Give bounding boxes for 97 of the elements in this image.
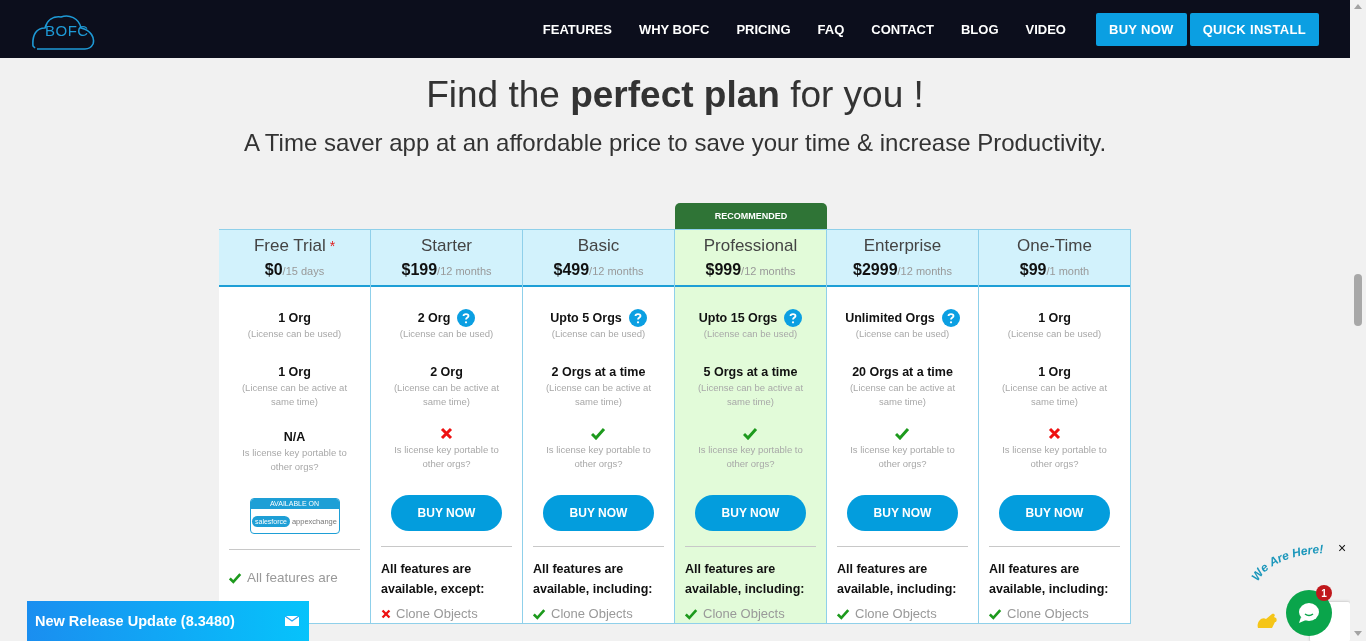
- required-mark: *: [329, 238, 336, 254]
- plan-period: /12 months: [437, 265, 492, 279]
- cross-icon: [440, 427, 453, 440]
- nav-link[interactable]: CONTACT: [871, 21, 934, 37]
- plan-name: Starter: [421, 236, 472, 255]
- cross-icon: [1048, 427, 1061, 440]
- check-icon: [591, 427, 606, 440]
- page-title: Find the perfect plan for you !: [425, 73, 925, 117]
- plan-period: /12 months: [897, 265, 952, 279]
- active-orgs-value: 1 Org: [278, 364, 311, 381]
- buy-now-button[interactable]: BUY NOW: [847, 495, 958, 531]
- features-heading: All features are available, except:: [381, 561, 486, 598]
- row-note: (License can be used): [702, 327, 799, 341]
- nav-link[interactable]: BLOG: [960, 21, 999, 37]
- active-orgs-value: 5 Orgs at a time: [703, 364, 798, 381]
- orgs-value: Upto 15 Orgs: [698, 310, 778, 327]
- help-icon[interactable]: [628, 309, 647, 327]
- buy-now-button[interactable]: BUY NOW: [999, 495, 1110, 531]
- row-note: (License can be active at same time): [240, 381, 349, 409]
- logo-text: BOFC: [45, 22, 89, 39]
- help-icon[interactable]: [457, 309, 476, 327]
- row-note: (License can be active at same time): [392, 381, 501, 409]
- feature-item: All features are: [247, 569, 338, 587]
- row-note: Is license key portable to other orgs?: [241, 446, 348, 474]
- row-note: (License can be used): [854, 327, 951, 341]
- page-subtitle: A Time saver app at an affordable price to save your time & increase Productivity.: [242, 128, 1108, 158]
- mail-icon[interactable]: [285, 616, 299, 626]
- nav-link[interactable]: VIDEO: [1025, 21, 1066, 37]
- plan-period: /12 months: [741, 265, 796, 279]
- orgs-value: Upto 5 Orgs: [550, 310, 622, 327]
- features-heading: All features are available, including:: [837, 561, 958, 598]
- plan-period: /12 months: [589, 265, 644, 279]
- row-note: (License can be active at same time): [544, 381, 653, 409]
- chat-icon: [1298, 602, 1320, 624]
- release-update-label: New Release Update (8.3480): [35, 613, 235, 629]
- logo[interactable]: BOFC: [31, 8, 95, 50]
- active-orgs-value: 20 Orgs at a time: [852, 364, 953, 381]
- nav-link[interactable]: WHY BOFC: [638, 21, 710, 37]
- help-icon[interactable]: [784, 309, 803, 327]
- plan-price: $99: [1019, 260, 1047, 280]
- plan-price: $999: [705, 260, 742, 280]
- orgs-value: 1 Org: [278, 310, 311, 327]
- check-icon: [895, 427, 910, 440]
- unread-badge: 1: [1316, 585, 1332, 601]
- nav-link[interactable]: PRICING: [736, 21, 791, 37]
- active-orgs-value: 1 Org: [1038, 364, 1071, 381]
- scrollbar-thumb[interactable]: [1354, 274, 1362, 326]
- plan-price: $2999: [853, 260, 898, 280]
- plan-period: /1 month: [1046, 265, 1090, 279]
- features-heading: All features are available, including:: [533, 561, 654, 598]
- plan-price: $0: [264, 260, 283, 280]
- chat-caption: We Are Here!: [1250, 542, 1334, 582]
- plan-name: Free Trial: [253, 236, 326, 255]
- row-note: (License can be active at same time): [848, 381, 957, 409]
- scroll-up-icon[interactable]: [1354, 4, 1362, 9]
- row-note: (License can be used): [550, 327, 647, 341]
- row-note: (License can be active at same time): [696, 381, 805, 409]
- nav-link[interactable]: FEATURES: [542, 21, 612, 37]
- portable-value: N/A: [283, 429, 306, 446]
- plan-price: $499: [553, 260, 590, 280]
- buy-now-button[interactable]: BUY NOW: [695, 495, 806, 531]
- row-note: Is license key portable to other orgs?: [849, 443, 956, 471]
- check-icon: [743, 427, 758, 440]
- active-orgs-value: 2 Org: [430, 364, 463, 381]
- orgs-value: 2 Org: [417, 310, 451, 327]
- plan-name: Enterprise: [863, 236, 942, 255]
- help-icon[interactable]: [941, 309, 960, 327]
- buy-now-button[interactable]: BUY NOW: [391, 495, 502, 531]
- plan-price: $199: [401, 260, 438, 280]
- feature-item: Clone Objects: [396, 605, 478, 623]
- plan-name: One-Time: [1017, 236, 1092, 255]
- feature-item: Clone Objects: [1007, 605, 1089, 623]
- active-orgs-value: 2 Orgs at a time: [551, 364, 646, 381]
- row-note: Is license key portable to other orgs?: [545, 443, 652, 471]
- feature-item: Clone Objects: [855, 605, 937, 623]
- orgs-value: Unlimited Orgs: [845, 310, 935, 327]
- row-note: (License can be used): [246, 327, 343, 341]
- feature-item: Clone Objects: [703, 605, 785, 623]
- row-note: (License can be used): [1006, 327, 1103, 341]
- plan-name: Basic: [577, 236, 620, 255]
- plan-period: /15 days: [282, 265, 325, 279]
- row-note: (License can be active at same time): [1000, 381, 1109, 409]
- row-note: (License can be used): [398, 327, 495, 341]
- recommended-ribbon: RECOMMENDED: [675, 203, 827, 229]
- row-note: Is license key portable to other orgs?: [393, 443, 500, 471]
- feature-item: Clone Objects: [551, 605, 633, 623]
- features-heading: All features are available, including:: [685, 561, 806, 598]
- close-button[interactable]: ×: [1338, 540, 1347, 556]
- plan-name: Professional: [703, 236, 798, 255]
- orgs-value: 1 Org: [1038, 310, 1071, 327]
- scroll-down-icon[interactable]: [1354, 631, 1362, 636]
- row-note: Is license key portable to other orgs?: [1001, 443, 1108, 471]
- row-note: Is license key portable to other orgs?: [697, 443, 804, 471]
- features-heading: All features are available, including:: [989, 561, 1110, 598]
- buy-now-button[interactable]: BUY NOW: [543, 495, 654, 531]
- nav-link[interactable]: FAQ: [817, 21, 845, 37]
- chat-button[interactable]: [1286, 590, 1332, 636]
